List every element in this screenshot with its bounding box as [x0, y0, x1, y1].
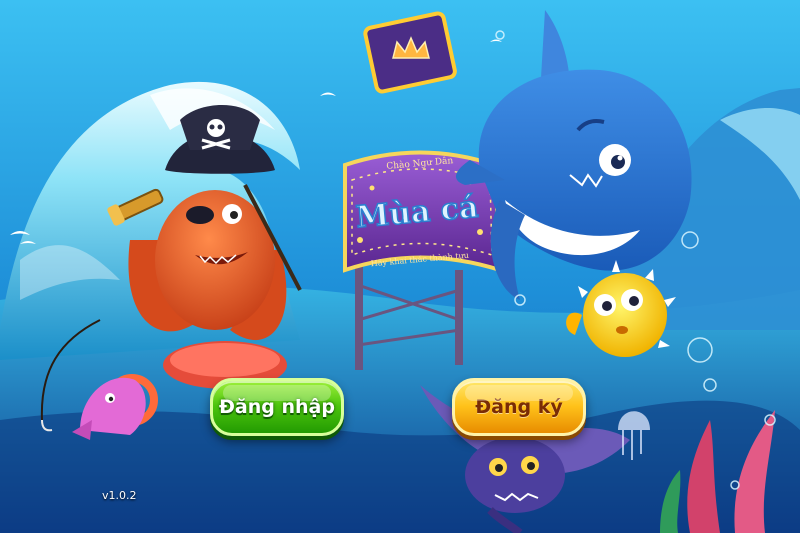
game-background-scene: Chào Ngư Dân Mùa cá Hãy khai thác thành …: [0, 0, 800, 533]
register-button[interactable]: Đăng ký: [452, 378, 586, 436]
login-button[interactable]: Đăng nhập: [210, 378, 344, 436]
register-button-label: Đăng ký: [475, 396, 563, 418]
version-label: v1.0.2: [102, 489, 137, 502]
login-button-label: Đăng nhập: [219, 396, 335, 418]
game-login-screen: Chào Ngư Dân Mùa cá Hãy khai thác thành …: [0, 0, 800, 533]
